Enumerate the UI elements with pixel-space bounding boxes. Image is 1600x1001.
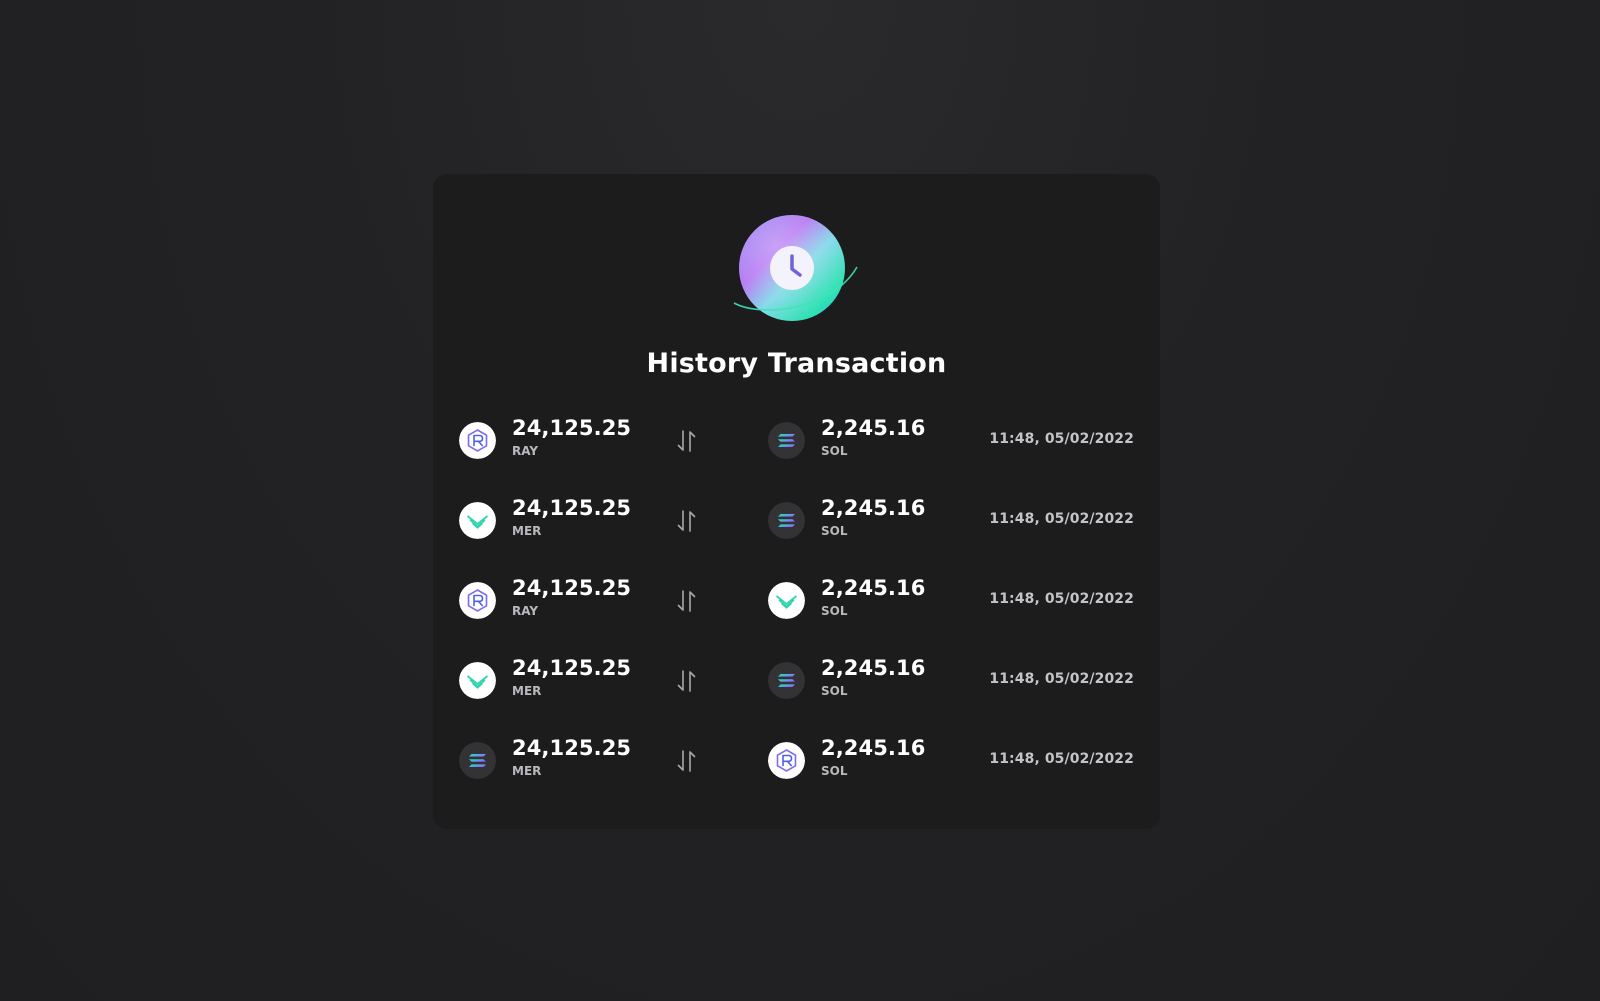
- ray-token-icon: [459, 582, 496, 619]
- to-amount-block: 2,245.16 SOL: [821, 654, 925, 699]
- to-symbol: SOL: [821, 764, 848, 778]
- transaction-time: 11:48, 05/02/2022: [989, 511, 1134, 527]
- transaction-list: 24,125.25 RAY 2,245.16 SOL 11:48, 05/02/2022…: [459, 408, 1134, 808]
- to-symbol: SOL: [821, 524, 848, 538]
- from-amount-block: 24,125.25 MER: [512, 494, 631, 539]
- from-amount-block: 24,125.25 RAY: [512, 414, 631, 459]
- from-symbol: RAY: [512, 444, 539, 458]
- from-symbol: MER: [512, 764, 542, 778]
- sol-token-icon: [768, 662, 805, 699]
- clock-icon: [732, 212, 862, 328]
- to-amount: 2,245.16: [821, 496, 926, 520]
- swap-arrows-icon: [675, 588, 699, 614]
- transaction-row[interactable]: 24,125.25 MER 2,245.16 SOL 11:48, 05/02/2022: [459, 728, 1134, 808]
- to-amount: 2,245.16: [821, 576, 926, 600]
- swap-arrows-icon: [675, 508, 699, 534]
- mer-token-icon: [459, 662, 496, 699]
- mer-token-icon: [459, 502, 496, 539]
- to-amount: 2,245.16: [821, 416, 926, 440]
- to-amount-block: 2,245.16 SOL: [821, 734, 925, 779]
- to-symbol: SOL: [821, 604, 848, 618]
- to-amount: 2,245.16: [821, 656, 926, 680]
- page-title: History Transaction: [646, 348, 947, 379]
- swap-arrows-icon: [675, 668, 699, 694]
- transaction-row[interactable]: 24,125.25 MER 2,245.16 SOL 11:48, 05/02/2022: [459, 488, 1134, 568]
- history-card: History Transaction 24,125.25 RAY 2,245.16…: [433, 174, 1160, 829]
- to-amount-block: 2,245.16 SOL: [821, 494, 925, 539]
- from-amount-block: 24,125.25 RAY: [512, 574, 631, 619]
- swap-arrows-icon: [675, 428, 699, 454]
- to-symbol: SOL: [821, 684, 848, 698]
- from-amount: 24,125.25: [512, 736, 632, 760]
- mer-token-icon: [768, 582, 805, 619]
- from-amount: 24,125.25: [512, 576, 632, 600]
- to-amount: 2,245.16: [821, 736, 926, 760]
- transaction-row[interactable]: 24,125.25 RAY 2,245.16 SOL 11:48, 05/02/2022: [459, 568, 1134, 648]
- sol-token-icon: [768, 422, 805, 459]
- transaction-time: 11:48, 05/02/2022: [989, 751, 1134, 767]
- to-symbol: SOL: [821, 444, 848, 458]
- from-amount-block: 24,125.25 MER: [512, 734, 631, 779]
- from-amount: 24,125.25: [512, 416, 632, 440]
- ray-token-icon: [459, 422, 496, 459]
- transaction-time: 11:48, 05/02/2022: [989, 431, 1134, 447]
- transaction-time: 11:48, 05/02/2022: [989, 591, 1134, 607]
- sol-token-icon: [768, 502, 805, 539]
- from-amount-block: 24,125.25 MER: [512, 654, 631, 699]
- to-amount-block: 2,245.16 SOL: [821, 414, 925, 459]
- transaction-row[interactable]: 24,125.25 MER 2,245.16 SOL 11:48, 05/02/2022: [459, 648, 1134, 728]
- from-amount: 24,125.25: [512, 656, 632, 680]
- to-amount-block: 2,245.16 SOL: [821, 574, 925, 619]
- transaction-time: 11:48, 05/02/2022: [989, 671, 1134, 687]
- sol-token-icon: [459, 742, 496, 779]
- from-symbol: MER: [512, 684, 542, 698]
- transaction-row[interactable]: 24,125.25 RAY 2,245.16 SOL 11:48, 05/02/2022: [459, 408, 1134, 488]
- ray-token-icon: [768, 742, 805, 779]
- swap-arrows-icon: [675, 748, 699, 774]
- from-amount: 24,125.25: [512, 496, 632, 520]
- from-symbol: RAY: [512, 604, 539, 618]
- from-symbol: MER: [512, 524, 542, 538]
